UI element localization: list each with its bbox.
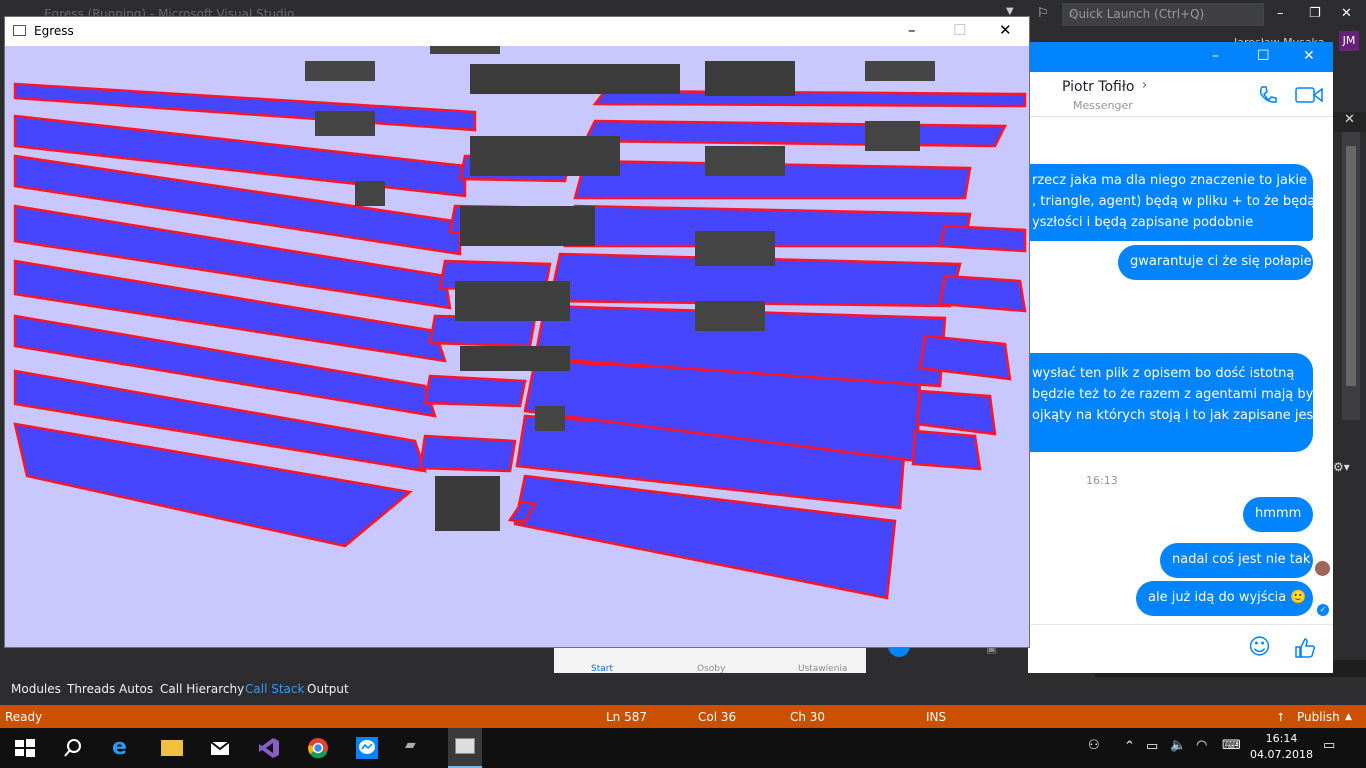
tab-output[interactable]: Output	[307, 682, 349, 696]
thumbs-up-icon[interactable]	[1294, 637, 1316, 659]
search-icon[interactable]	[62, 737, 84, 759]
chevron-up-icon[interactable]: ▲	[1345, 712, 1352, 722]
egress-window: Egress – ☐ ✕	[5, 17, 1029, 647]
vs-minimize-button[interactable]: –	[1277, 6, 1284, 21]
messenger-close-button[interactable]: ✕	[1303, 48, 1315, 64]
message-bubble[interactable]: gwarantuje ci że się połapie	[1118, 245, 1313, 280]
windows-start-icon[interactable]	[14, 737, 36, 759]
scrollbar-thumb[interactable]	[1346, 146, 1356, 386]
status-insert-mode: INS	[926, 710, 947, 724]
emoji-icon[interactable]: ☺	[1248, 635, 1271, 660]
status-line: Ln 587	[606, 710, 648, 724]
taskbar: e ▰ ⚇ ⌃ ▭ 🔈 ◠ ⌨ 16:14 04.07.2018 ▭	[0, 728, 1366, 768]
egress-maximize-button[interactable]: ☐	[953, 21, 966, 39]
search-icon: ⌕	[1069, 6, 1076, 20]
notifications-icon[interactable]: ▭	[1323, 738, 1335, 753]
battery-icon[interactable]: ▭	[1146, 739, 1158, 754]
visual-studio-icon[interactable]	[258, 737, 280, 759]
tab-osoby[interactable]: Osoby	[697, 664, 725, 674]
avatar	[1315, 561, 1330, 576]
status-ready: Ready	[5, 710, 43, 724]
message-bubble[interactable]: rzecz jaka ma dla niego znaczenie to jak…	[1008, 164, 1313, 241]
egress-close-button[interactable]: ✕	[999, 21, 1012, 39]
egress-task-button[interactable]	[448, 728, 482, 768]
video-call-icon[interactable]	[1295, 86, 1323, 104]
phone-icon[interactable]	[1257, 84, 1279, 106]
close-icon[interactable]: ✕	[1333, 112, 1366, 132]
edge-icon[interactable]: e	[112, 737, 134, 759]
tab-threads[interactable]: Threads	[67, 682, 115, 696]
avatar[interactable]: JM	[1339, 31, 1359, 51]
tab-ustawienia[interactable]: Ustawienia	[798, 664, 847, 674]
egress-title-bar: Egress – ☐ ✕	[5, 17, 1029, 46]
message-timestamp: 16:13	[1086, 474, 1118, 487]
notification-icon[interactable]: ⚐	[1037, 6, 1049, 21]
volume-icon[interactable]: 🔈	[1170, 738, 1186, 753]
status-bar: Ready Ln 587 Col 36 Ch 30 INS ⭡ Publish …	[0, 705, 1366, 728]
messenger-maximize-button[interactable]: ☐	[1257, 48, 1270, 64]
people-icon[interactable]: ⚇	[1088, 738, 1100, 753]
message-bubble[interactable]: wysłać ten plik z opisem bo dość istotną…	[1008, 353, 1313, 452]
filter-icon[interactable]: ▼	[1006, 6, 1014, 17]
quick-launch-input[interactable]: Quick Launch (Ctrl+Q) ⌕	[1062, 3, 1264, 26]
message-bubble[interactable]: hmmm	[1243, 497, 1313, 532]
vs-close-button[interactable]: ✕	[1341, 6, 1352, 21]
mail-icon[interactable]	[209, 737, 231, 759]
message-composer: ▣ ☺	[888, 624, 1333, 673]
messenger-window: – ☐ ✕ Piotr Tofiło › Messenger rzecz jak…	[888, 42, 1333, 673]
status-column: Col 36	[698, 710, 737, 724]
messenger-minimize-button[interactable]: –	[1212, 48, 1219, 64]
status-char: Ch 30	[790, 710, 826, 724]
app-icon[interactable]: ▰	[405, 737, 427, 759]
publish-button[interactable]: Publish	[1297, 710, 1340, 724]
contact-name[interactable]: Piotr Tofiło	[1062, 79, 1134, 95]
egress-minimize-button[interactable]: –	[908, 21, 916, 39]
tab-call-hierarchy[interactable]: Call Hierarchy	[160, 682, 244, 696]
chrome-icon[interactable]	[307, 737, 329, 759]
tab-autos[interactable]: Autos	[119, 682, 153, 696]
tab-start[interactable]: Start	[591, 664, 613, 674]
vs-scrollbar[interactable]	[1342, 130, 1360, 420]
tab-call-stack[interactable]: Call Stack	[245, 682, 304, 696]
chevron-right-icon[interactable]: ›	[1142, 78, 1147, 93]
contact-subtitle: Messenger	[1073, 99, 1133, 112]
message-bubble[interactable]: nadal coś jest nie tak	[1160, 543, 1313, 578]
file-explorer-icon[interactable]	[161, 740, 183, 756]
gear-icon[interactable]: ⚙▾	[1333, 460, 1366, 500]
publish-icon[interactable]: ⭡	[1278, 710, 1284, 725]
chevron-up-icon[interactable]: ⌃	[1124, 739, 1135, 754]
message-bubble[interactable]: ale już idą do wyjścia 🙂	[1136, 581, 1313, 616]
wifi-icon[interactable]: ◠	[1196, 738, 1207, 753]
seen-check-icon: ✓	[1317, 604, 1329, 616]
egress-window-title: Egress	[34, 24, 74, 38]
simulation-viewport[interactable]	[5, 46, 1029, 647]
keyboard-icon[interactable]: ⌨	[1222, 738, 1241, 753]
app-window-icon	[13, 25, 26, 36]
taskbar-clock[interactable]: 16:14 04.07.2018	[1250, 731, 1313, 763]
debug-tool-tabs: Modules Threads Autos Call Hierarchy Cal…	[0, 677, 1366, 702]
vs-restore-button[interactable]: ❐	[1309, 6, 1321, 21]
tab-modules[interactable]: Modules	[11, 682, 61, 696]
messenger-icon[interactable]	[356, 737, 378, 759]
messenger-title-bar: – ☐ ✕	[1028, 42, 1333, 72]
